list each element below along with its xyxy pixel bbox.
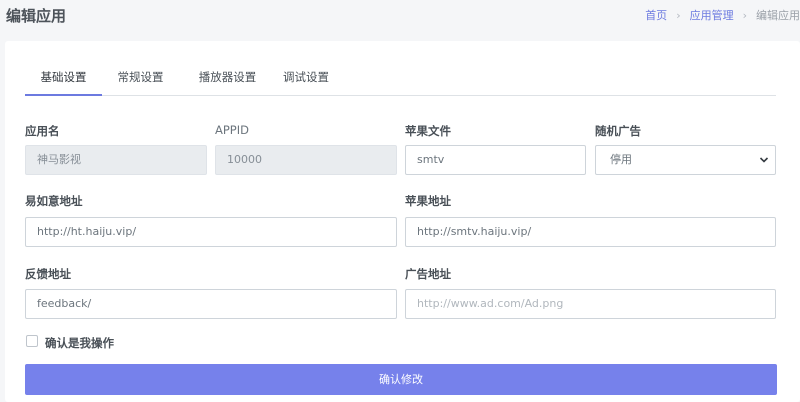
- apple-file-field[interactable]: smtv: [405, 145, 586, 175]
- tab-general-settings[interactable]: 常规设置: [102, 63, 179, 96]
- easy-pay-url-field[interactable]: http://ht.haiju.vip/: [25, 217, 397, 247]
- random-ad-label: 随机广告: [595, 124, 641, 138]
- breadcrumb: 首页 › 应用管理 › 编辑应用: [645, 7, 800, 23]
- breadcrumb-chevron-icon: ›: [742, 8, 747, 22]
- random-ad-selected-value: 停用: [610, 153, 632, 166]
- appid-field[interactable]: 10000: [215, 145, 397, 175]
- settings-tabs: 基础设置 常规设置 播放器设置 调试设置: [25, 63, 776, 96]
- feedback-url-field[interactable]: feedback/: [25, 289, 397, 319]
- apple-file-label: 苹果文件: [405, 124, 451, 138]
- confirm-checkbox[interactable]: [26, 335, 38, 347]
- feedback-url-label: 反馈地址: [25, 267, 71, 281]
- chevron-down-icon: [759, 157, 769, 163]
- tab-basic-settings[interactable]: 基础设置: [25, 63, 102, 96]
- apple-url-field[interactable]: http://smtv.haiju.vip/: [405, 217, 776, 247]
- tab-player-settings[interactable]: 播放器设置: [179, 63, 276, 96]
- page-header: 编辑应用 首页 › 应用管理 › 编辑应用: [0, 0, 800, 36]
- ad-url-field[interactable]: http://www.ad.com/Ad.png: [405, 289, 776, 319]
- breadcrumb-app-management-link[interactable]: 应用管理: [690, 7, 734, 23]
- page-title: 编辑应用: [6, 7, 67, 25]
- easy-pay-url-label: 易如意地址: [25, 194, 83, 208]
- ad-url-label: 广告地址: [405, 267, 451, 281]
- app-name-label: 应用名: [25, 124, 60, 138]
- tab-debug-settings[interactable]: 调试设置: [276, 63, 336, 96]
- breadcrumb-home-link[interactable]: 首页: [645, 7, 667, 23]
- edit-app-card: 基础设置 常规设置 播放器设置 调试设置 应用名 神马影视 APPID 1000…: [5, 41, 800, 402]
- app-name-field[interactable]: 神马影视: [25, 145, 207, 175]
- apple-url-label: 苹果地址: [405, 194, 451, 208]
- confirm-modify-button[interactable]: 确认修改: [25, 364, 777, 395]
- confirm-checkbox-label[interactable]: 确认是我操作: [45, 335, 114, 351]
- breadcrumb-chevron-icon: ›: [676, 8, 681, 22]
- random-ad-select[interactable]: 停用: [595, 145, 776, 175]
- appid-label: APPID: [215, 123, 249, 137]
- breadcrumb-current: 编辑应用: [756, 9, 800, 22]
